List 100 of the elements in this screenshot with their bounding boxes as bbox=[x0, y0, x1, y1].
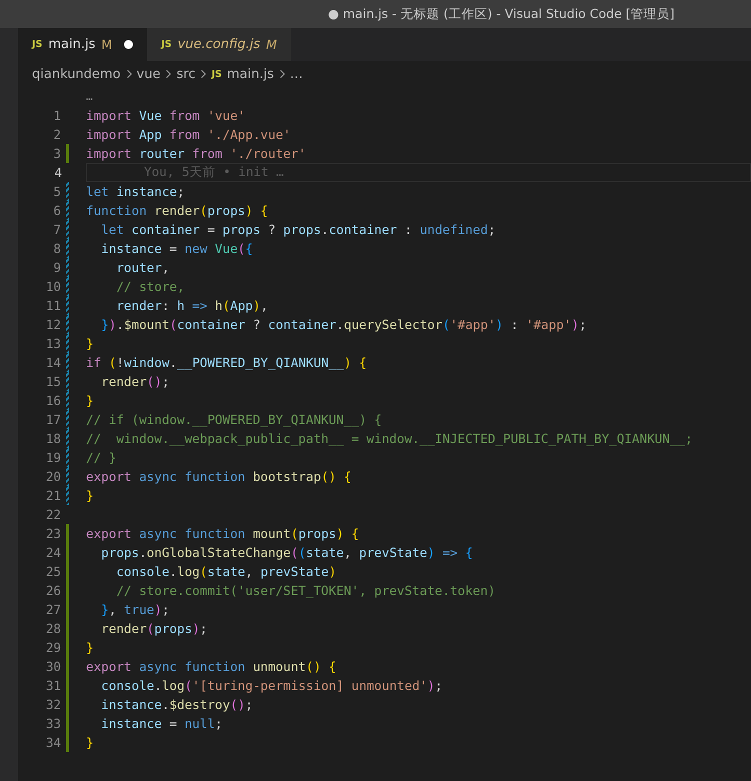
modified-line-marker[interactable] bbox=[66, 296, 69, 315]
line-number: 3 bbox=[52, 146, 61, 161]
code-line: render(props); bbox=[100, 621, 208, 636]
modified-line-marker[interactable] bbox=[66, 239, 69, 258]
folded-hint: … bbox=[86, 90, 93, 103]
code-line: if (!window.__POWERED_BY_QIANKUN__) { bbox=[86, 355, 367, 370]
breadcrumb-item[interactable]: main.js bbox=[226, 66, 274, 82]
added-line-marker[interactable] bbox=[66, 619, 69, 638]
added-line-marker[interactable] bbox=[66, 676, 69, 695]
line-number: 30 bbox=[44, 659, 61, 674]
line-number: 15 bbox=[44, 374, 61, 389]
code-line: console.log('[turing-permission] unmounted'); bbox=[100, 678, 442, 693]
line-number: 17 bbox=[44, 412, 61, 427]
tab-label: main.js bbox=[48, 37, 96, 52]
breadcrumb-item[interactable]: qiankundemo bbox=[32, 66, 121, 82]
code-line: } bbox=[86, 393, 94, 408]
js-file-icon: JS bbox=[211, 68, 222, 80]
code-line: instance.$destroy(); bbox=[100, 697, 253, 712]
added-line-marker[interactable] bbox=[66, 600, 69, 619]
code-line: } bbox=[86, 488, 94, 503]
modified-line-marker[interactable] bbox=[66, 410, 69, 429]
js-file-icon: JS bbox=[32, 39, 42, 50]
modified-line-marker[interactable] bbox=[66, 372, 69, 391]
added-line-marker[interactable] bbox=[66, 657, 69, 676]
code-line: props.onGlobalStateChange((state, prevState) => { bbox=[100, 545, 473, 560]
added-line-marker[interactable] bbox=[66, 714, 69, 733]
code-line: instance = null; bbox=[100, 716, 223, 731]
added-line-marker[interactable] bbox=[66, 562, 69, 581]
code-line: // store.commit('user/SET_TOKEN', prevState.token) bbox=[115, 583, 496, 598]
line-number: 19 bbox=[44, 450, 61, 465]
code-line: // } bbox=[86, 450, 116, 465]
modified-line-marker[interactable] bbox=[66, 277, 69, 296]
modified-line-marker[interactable] bbox=[66, 391, 69, 410]
line-number: 13 bbox=[44, 336, 61, 351]
line-number: 16 bbox=[44, 393, 61, 408]
code-line: export async function mount(props) { bbox=[86, 526, 359, 541]
breadcrumb-item[interactable]: vue bbox=[136, 66, 160, 82]
line-number: 27 bbox=[44, 602, 61, 617]
line-number: 7 bbox=[52, 222, 61, 237]
code-line: console.log(state, prevState) bbox=[115, 564, 336, 579]
line-number: 9 bbox=[52, 260, 61, 275]
added-line-marker[interactable] bbox=[66, 524, 69, 543]
code-line: let instance; bbox=[86, 184, 185, 199]
line-number: 6 bbox=[52, 203, 61, 218]
line-number: 20 bbox=[44, 469, 61, 484]
line-number: 1 bbox=[52, 108, 61, 123]
line-number: 10 bbox=[44, 279, 61, 294]
modified-line-marker[interactable] bbox=[66, 448, 69, 467]
code-line: import Vue from 'vue' bbox=[86, 108, 246, 123]
code-line: } bbox=[86, 640, 94, 655]
chevron-icon bbox=[278, 69, 285, 79]
line-number: 26 bbox=[44, 583, 61, 598]
line-number: 28 bbox=[44, 621, 61, 636]
code-line: export async function unmount() { bbox=[86, 659, 336, 674]
modified-line-marker[interactable] bbox=[66, 220, 69, 239]
code-line: } bbox=[86, 735, 94, 750]
modified-line-marker[interactable] bbox=[66, 467, 69, 486]
added-line-marker[interactable] bbox=[66, 543, 69, 562]
line-number: 23 bbox=[44, 526, 61, 541]
line-number: 32 bbox=[44, 697, 61, 712]
code-line: let container = props ? props.container : undefined; bbox=[100, 222, 496, 237]
added-line-marker[interactable] bbox=[66, 733, 69, 752]
modified-line-marker[interactable] bbox=[66, 334, 69, 353]
modified-line-marker[interactable] bbox=[66, 429, 69, 448]
line-number: 29 bbox=[44, 640, 61, 655]
added-line-marker[interactable] bbox=[66, 144, 69, 163]
modified-line-marker[interactable] bbox=[66, 201, 69, 220]
modified-line-marker[interactable] bbox=[66, 315, 69, 334]
code-line: export async function bootstrap() { bbox=[86, 469, 352, 484]
code-line: // window.__webpack_public_path__ = window.__INJECTED_PUBLIC_PATH_BY_QIANKUN__; bbox=[86, 431, 693, 446]
modified-line-marker[interactable] bbox=[66, 353, 69, 372]
code-line: render: h => h(App), bbox=[115, 298, 268, 313]
code-line: }, true); bbox=[100, 602, 170, 617]
code-line: instance = new Vue({ bbox=[100, 241, 253, 256]
breadcrumb-item[interactable]: … bbox=[290, 66, 303, 82]
code-line: // store, bbox=[115, 279, 185, 294]
line-number: 25 bbox=[44, 564, 61, 579]
window-title: ● main.js - 无标题 (工作区) - Visual Studio Code [管理员] bbox=[328, 6, 675, 22]
unsaved-dot-icon[interactable] bbox=[124, 40, 134, 49]
code-line: render(); bbox=[100, 374, 170, 389]
chevron-icon bbox=[200, 69, 206, 79]
editor-tab[interactable]: JS main.js M bbox=[18, 28, 148, 61]
code-line: import App from './App.vue' bbox=[86, 127, 291, 142]
modified-line-marker[interactable] bbox=[66, 486, 69, 505]
line-number: 18 bbox=[44, 431, 61, 446]
line-number: 24 bbox=[44, 545, 61, 560]
added-line-marker[interactable] bbox=[66, 695, 69, 714]
modified-line-marker[interactable] bbox=[66, 182, 69, 201]
chevron-icon bbox=[126, 69, 132, 79]
editor-tab[interactable]: JS vue.config.js M bbox=[147, 28, 291, 61]
code-line: } bbox=[86, 336, 94, 351]
js-file-icon: JS bbox=[161, 39, 172, 50]
code-line: }).$mount(container ? container.querySelector('#app') : '#app'); bbox=[100, 317, 587, 332]
added-line-marker[interactable] bbox=[66, 581, 69, 600]
breadcrumb-item[interactable]: src bbox=[176, 66, 196, 82]
modified-line-marker[interactable] bbox=[66, 258, 69, 277]
line-number: 33 bbox=[44, 716, 61, 731]
chevron-icon bbox=[165, 69, 172, 79]
code-line: import router from './router' bbox=[86, 146, 306, 161]
added-line-marker[interactable] bbox=[66, 638, 69, 657]
